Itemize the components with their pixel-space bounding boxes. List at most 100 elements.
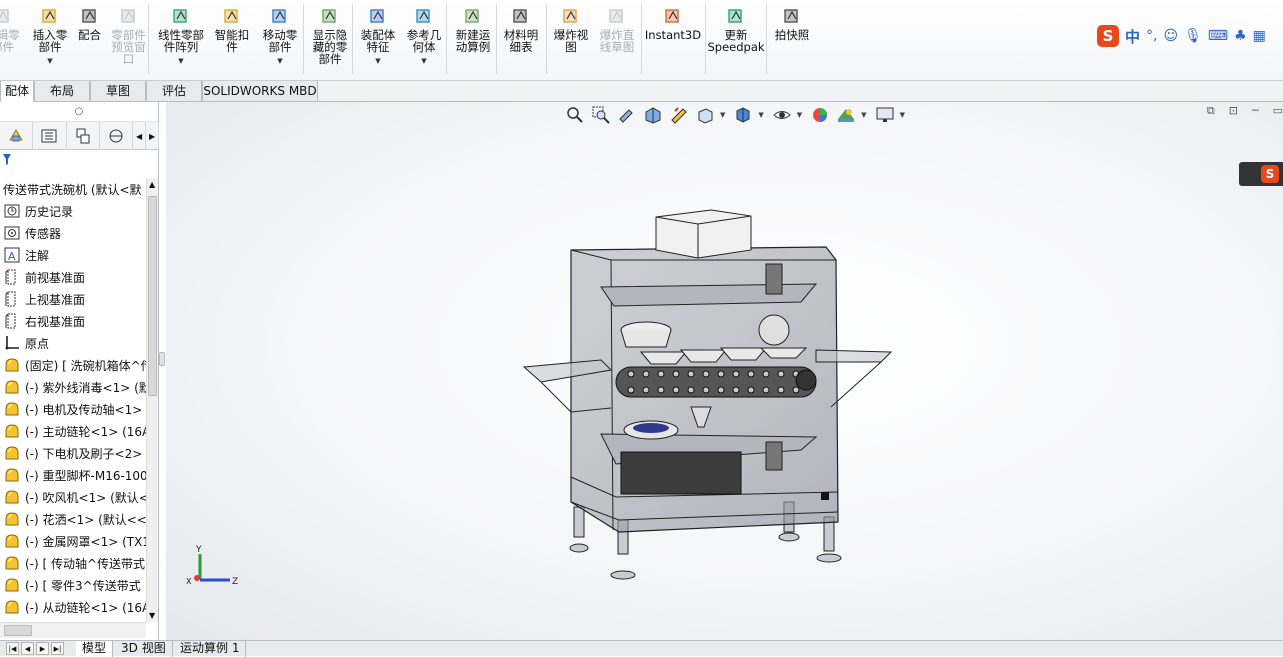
tree-node[interactable]: 历史记录 bbox=[0, 200, 146, 222]
tree-node[interactable]: (-) 花洒<1> (默认<< bbox=[0, 508, 146, 530]
maximize-view-icon[interactable]: ▭ bbox=[1273, 104, 1283, 118]
display-style-button[interactable] bbox=[732, 104, 754, 126]
scroll-thumb[interactable] bbox=[148, 196, 157, 396]
bill-of-materials-button[interactable]: 材料明 细表 bbox=[498, 4, 544, 78]
view-orientation-button[interactable] bbox=[694, 104, 716, 126]
tree-node[interactable]: 上视基准面 bbox=[0, 288, 146, 310]
zoom-to-fit-button[interactable] bbox=[564, 104, 586, 126]
tree-node[interactable]: (-) [ 零件3^传送带式 bbox=[0, 574, 146, 596]
tree-node[interactable]: (-) 重型脚杯-M16-100 bbox=[0, 464, 146, 486]
tab-model[interactable]: 模型 bbox=[76, 641, 114, 657]
panel-collapse-handle[interactable]: ○ bbox=[0, 102, 158, 122]
last-tab-button[interactable]: ▶| bbox=[51, 642, 64, 655]
next-tab-button[interactable]: ▶ bbox=[36, 642, 49, 655]
update-speedpak-button[interactable]: 更新 Speedpak bbox=[707, 4, 765, 78]
tab-motion-study-1[interactable]: 运动算例 1 bbox=[174, 641, 247, 657]
ime-keyboard-icon[interactable]: ⌨ bbox=[1208, 28, 1228, 44]
tree-filter[interactable] bbox=[2, 152, 12, 171]
hscroll-thumb[interactable] bbox=[4, 625, 32, 636]
tree-node[interactable]: 右视基准面 bbox=[0, 310, 146, 332]
new-motion-study-button[interactable]: 新建运 动算例 bbox=[448, 4, 498, 78]
instant3d-button[interactable]: Instant3D bbox=[643, 4, 703, 78]
exploded-view-button[interactable]: 爆炸视 图 bbox=[548, 4, 594, 78]
graphics-area[interactable]: ▼ ▼ ▼ ▼ ▼ ⧉ ⊡ ─ ▭ S Y Z X bbox=[166, 102, 1283, 640]
prev-tab-button[interactable]: ◀ bbox=[21, 642, 34, 655]
tab-evaluate[interactable]: 评估 bbox=[146, 81, 202, 102]
ime-emoji-icon[interactable]: ☺ bbox=[1163, 28, 1178, 44]
tree-root-assembly[interactable]: 传送带式洗碗机 (默认<默 bbox=[0, 178, 146, 200]
tree-node[interactable]: (-) 金属网罩<1> (TX1 bbox=[0, 530, 146, 552]
explode-line-sketch-button[interactable]: 爆炸直 线草图 bbox=[594, 4, 640, 78]
tree-node[interactable]: 原点 bbox=[0, 332, 146, 354]
previous-view-button[interactable] bbox=[616, 104, 638, 126]
hide-show-dropdown[interactable]: ▼ bbox=[797, 111, 802, 119]
take-snapshot-button[interactable]: 拍快照 bbox=[768, 4, 816, 78]
insert-components-button[interactable]: 插入零 部件 ▼ bbox=[30, 4, 70, 78]
sogou-floating-tab[interactable]: S bbox=[1239, 162, 1283, 186]
show-hidden-components-button[interactable]: 显示隐 藏的零 部件 bbox=[305, 4, 355, 78]
apply-scene-dropdown[interactable]: ▼ bbox=[861, 111, 866, 119]
tree-node[interactable]: (-) [ 传动轴^传送带式 bbox=[0, 552, 146, 574]
dropdown-arrow-icon[interactable]: ▼ bbox=[152, 55, 210, 67]
tree-vertical-scrollbar[interactable]: ▲ ▼ bbox=[146, 178, 158, 622]
tree-node[interactable]: (-) 主动链轮<1> (16A bbox=[0, 420, 146, 442]
dishwasher-model[interactable] bbox=[516, 202, 896, 592]
ime-skin-icon[interactable]: ♣ bbox=[1234, 28, 1247, 44]
view-settings-dropdown[interactable]: ▼ bbox=[900, 111, 905, 119]
smart-fasteners-button[interactable]: 智能扣 件 bbox=[211, 4, 253, 78]
restore-view-icon[interactable]: ⧉ bbox=[1207, 104, 1215, 118]
configurationmanager-tab[interactable] bbox=[67, 122, 100, 150]
tree-node[interactable]: (-) 吹风机<1> (默认< bbox=[0, 486, 146, 508]
tile-view-icon[interactable]: ⊡ bbox=[1229, 104, 1238, 118]
panel-splitter[interactable] bbox=[158, 102, 166, 640]
reference-geometry-button[interactable]: 参考几 何体 ▼ bbox=[402, 4, 446, 78]
tree-node[interactable]: (-) 电机及传动轴<1> bbox=[0, 398, 146, 420]
tree-node[interactable]: 传感器 bbox=[0, 222, 146, 244]
tab-3d-view[interactable]: 3D 视图 bbox=[115, 641, 173, 657]
display-style-dropdown[interactable]: ▼ bbox=[758, 111, 763, 119]
view-settings-button[interactable] bbox=[874, 104, 896, 126]
dropdown-arrow-icon[interactable]: ▼ bbox=[30, 55, 70, 67]
view-orientation-dropdown[interactable]: ▼ bbox=[720, 111, 725, 119]
tree-node[interactable]: A 注解 bbox=[0, 244, 146, 266]
section-view-button[interactable] bbox=[642, 104, 664, 126]
dropdown-arrow-icon[interactable]: ▼ bbox=[256, 55, 304, 67]
panel-tab-scroll-left[interactable]: ◀ bbox=[133, 122, 147, 150]
scroll-up-icon[interactable]: ▲ bbox=[149, 180, 155, 189]
tab-sketch[interactable]: 草图 bbox=[90, 81, 146, 102]
ime-toolbox-icon[interactable]: ▦ bbox=[1253, 28, 1266, 44]
hide-show-items-button[interactable] bbox=[771, 104, 793, 126]
dropdown-arrow-icon[interactable]: ▼ bbox=[402, 55, 446, 67]
component-preview-window-button[interactable]: 零部件 预览窗 口 bbox=[106, 4, 151, 78]
dynamic-annotation-button[interactable] bbox=[668, 104, 690, 126]
edit-component-button[interactable]: 编辑零 部件 bbox=[0, 4, 25, 78]
zoom-to-area-button[interactable] bbox=[590, 104, 612, 126]
linear-component-pattern-button[interactable]: 线性零部 件阵列 ▼ bbox=[152, 4, 210, 78]
tree-horizontal-scrollbar[interactable] bbox=[0, 622, 146, 638]
tab-assembly[interactable]: 配体 bbox=[0, 81, 34, 102]
move-component-button[interactable]: 移动零 部件 ▼ bbox=[256, 4, 304, 78]
tree-node[interactable]: (-) 从动链轮<1> (16A bbox=[0, 596, 146, 618]
tree-node[interactable]: (-) 紫外线消毒<1> (默 bbox=[0, 376, 146, 398]
first-tab-button[interactable]: |◀ bbox=[6, 642, 19, 655]
assembly-features-button[interactable]: 装配体 特征 ▼ bbox=[355, 4, 401, 78]
featuremanager-tab[interactable] bbox=[0, 122, 34, 150]
tab-solidworks-mbd[interactable]: SOLIDWORKS MBD bbox=[202, 81, 318, 102]
tree-node[interactable]: (-) 下电机及刷子<2> bbox=[0, 442, 146, 464]
dropdown-arrow-icon[interactable]: ▼ bbox=[355, 55, 401, 67]
tree-node[interactable]: 前视基准面 bbox=[0, 266, 146, 288]
apply-scene-button[interactable] bbox=[835, 104, 857, 126]
edit-appearance-button[interactable] bbox=[809, 104, 831, 126]
tab-layout[interactable]: 布局 bbox=[34, 81, 90, 102]
splitter-grip[interactable] bbox=[159, 352, 165, 366]
ime-language-toggle[interactable]: 中 bbox=[1125, 26, 1140, 47]
ime-punctuation-toggle[interactable]: °, bbox=[1146, 28, 1157, 44]
mate-button[interactable]: 配合 bbox=[73, 4, 106, 78]
propertymanager-tab[interactable] bbox=[33, 122, 67, 150]
tree-node[interactable]: (固定) [ 洗碗机箱体^传 bbox=[0, 354, 146, 376]
sogou-logo-icon[interactable]: S bbox=[1097, 25, 1119, 47]
ime-voice-icon[interactable]: 🎙 bbox=[1184, 28, 1202, 44]
scroll-down-icon[interactable]: ▼ bbox=[149, 611, 155, 620]
dimxpert-tab[interactable] bbox=[100, 122, 134, 150]
minimize-view-icon[interactable]: ─ bbox=[1252, 104, 1259, 118]
